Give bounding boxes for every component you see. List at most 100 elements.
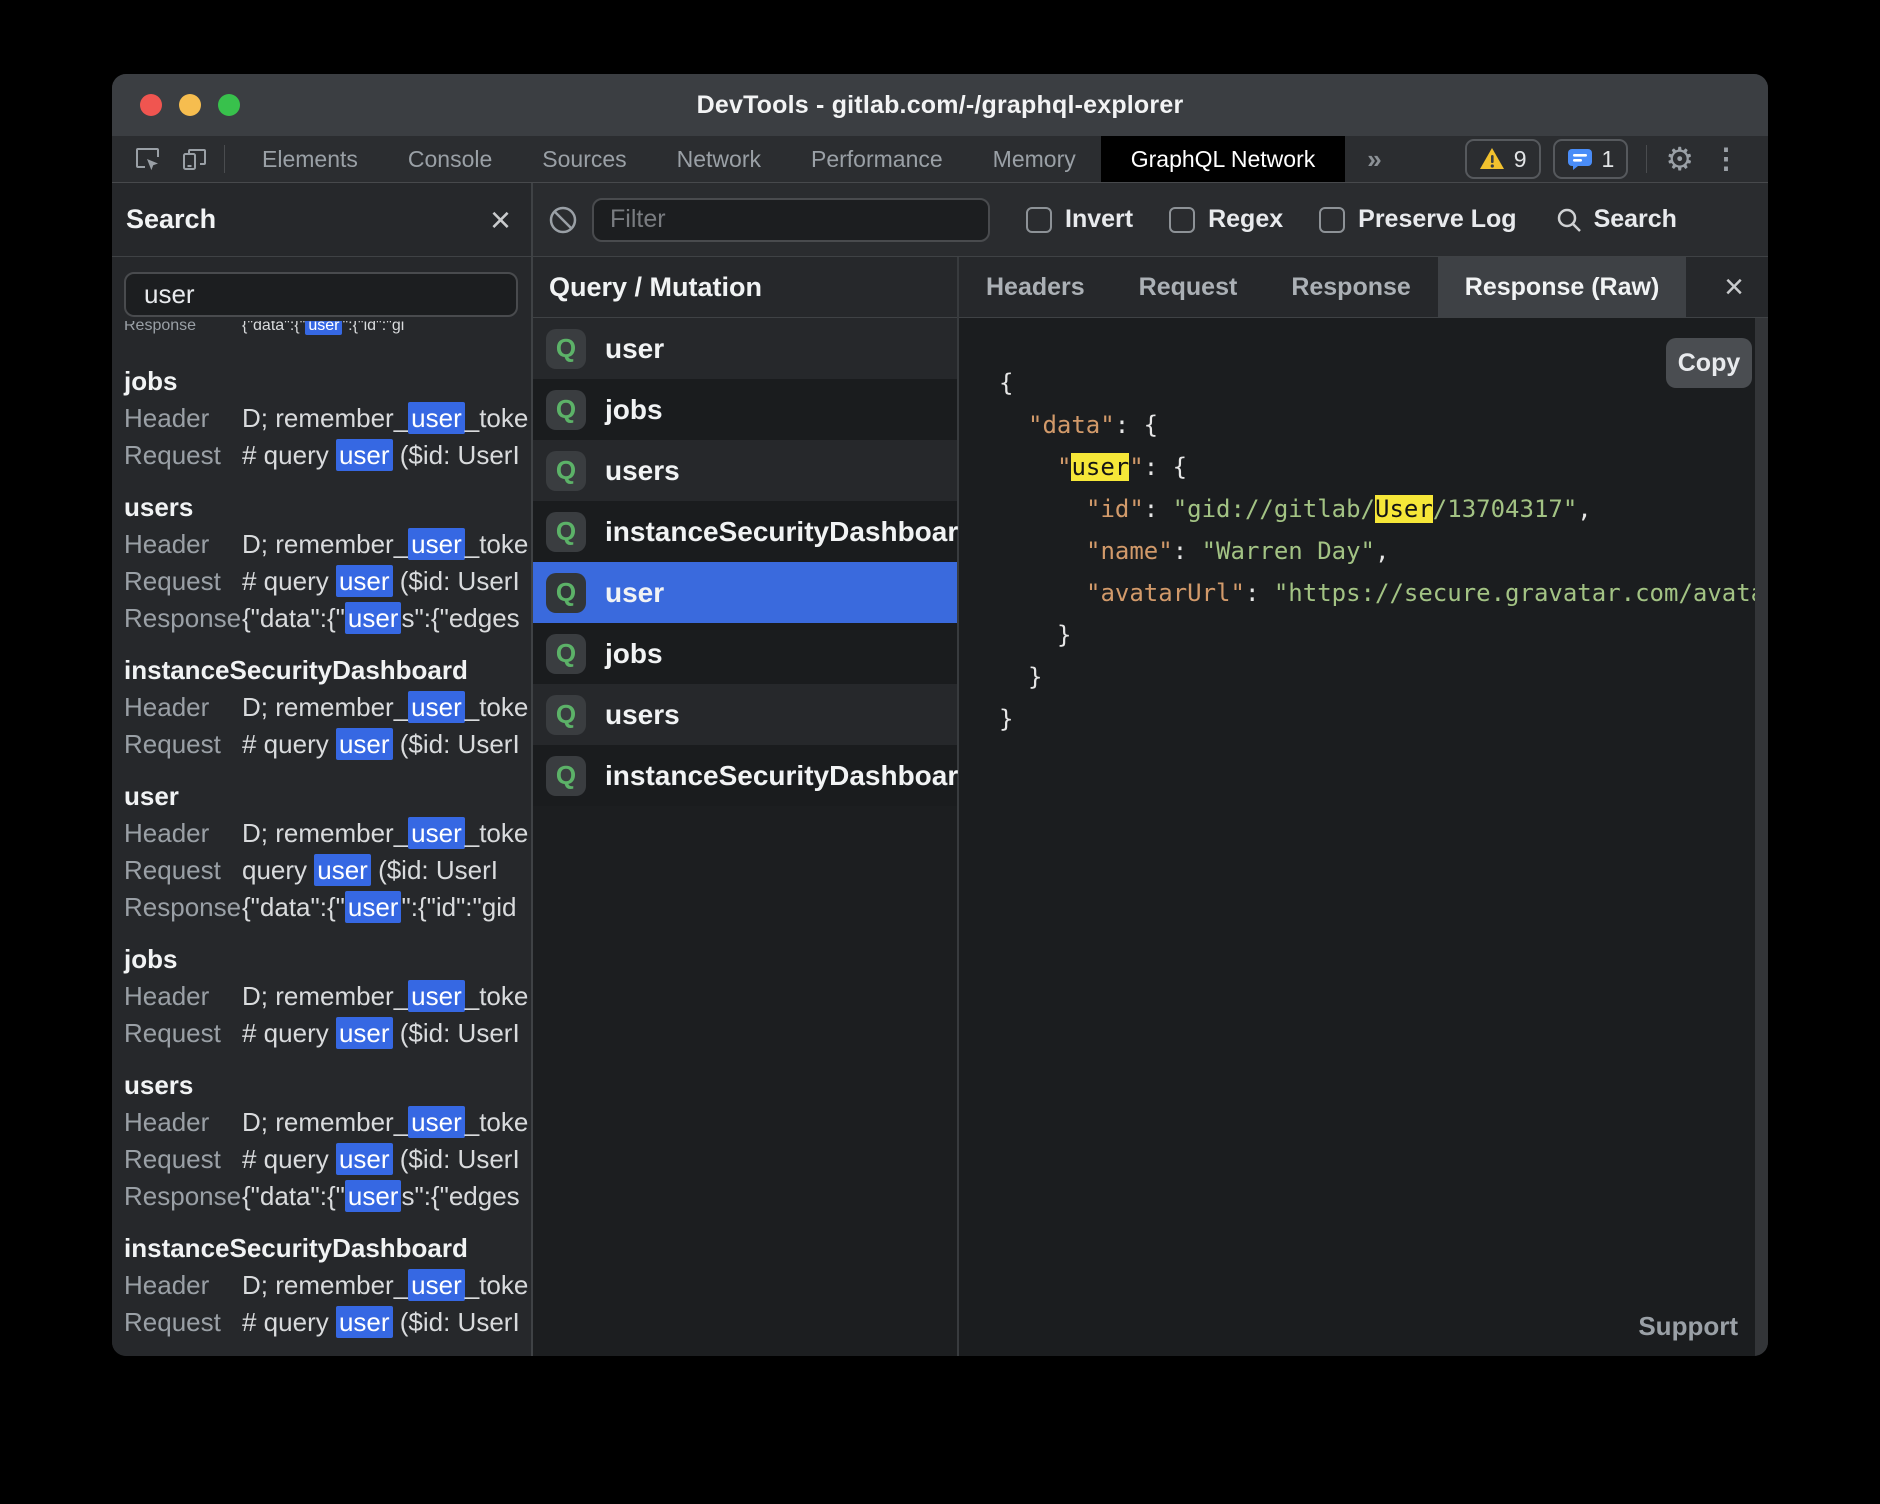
more-tabs-button[interactable]: » (1345, 136, 1403, 182)
query-label: users (605, 699, 680, 731)
menu-dots-icon[interactable]: ⋮ (1706, 145, 1746, 173)
tab-console[interactable]: Console (383, 136, 517, 182)
search-result-line[interactable]: Response{"data":{"user":{"id":"gid (124, 889, 529, 926)
tab-graphql-network[interactable]: GraphQL Network (1101, 136, 1346, 182)
search-result-line[interactable]: Request# query user ($id: UserI (124, 1141, 529, 1178)
query-row-jobs[interactable]: Qjobs (533, 623, 957, 684)
zoom-window-button[interactable] (218, 94, 240, 116)
query-row-user[interactable]: Quser (533, 562, 957, 623)
devtools-toolbar: ElementsConsoleSourcesNetworkPerformance… (112, 136, 1768, 183)
messages-badge[interactable]: 1 (1553, 139, 1629, 179)
search-result-line[interactable]: Response{"data":{"users":{"edges (124, 1178, 529, 1215)
query-label: user (605, 333, 664, 365)
search-result-line[interactable]: HeaderD; remember_user_token=e (124, 400, 529, 437)
query-row-user[interactable]: Quser (533, 318, 957, 379)
search-close-icon[interactable]: × (490, 202, 511, 238)
checkbox-preserve-log[interactable]: Preserve Log (1319, 205, 1516, 234)
settings-gear-icon[interactable]: ⚙ (1665, 143, 1694, 175)
search-result-line[interactable]: Response{"data":{"user":{"id":"gi (124, 321, 529, 344)
match-highlight: user (336, 728, 393, 760)
vertical-scrollbar[interactable] (1755, 318, 1768, 1356)
inspect-element-icon[interactable] (134, 146, 161, 173)
search-result-line[interactable]: HeaderD; remember_user_token=e (124, 526, 529, 563)
query-label: instanceSecurityDashboard (605, 760, 975, 792)
query-type-badge: Q (546, 634, 586, 674)
detail-tab-response[interactable]: Response (1264, 257, 1437, 317)
search-result-line[interactable]: HeaderD; remember_user_token=e (124, 815, 529, 852)
window-title: DevTools - gitlab.com/-/graphql-explorer (697, 91, 1184, 120)
search-input[interactable] (124, 272, 518, 317)
query-row-users[interactable]: Qusers (533, 440, 957, 501)
result-text: # query user ($id: UserI (242, 1015, 520, 1052)
result-group-title[interactable]: user (124, 778, 531, 815)
match-highlight: user (336, 1143, 393, 1175)
json-token: { (1144, 411, 1158, 439)
copy-button[interactable]: Copy (1666, 338, 1752, 388)
result-text: # query user ($id: UserI (242, 437, 520, 474)
tab-network[interactable]: Network (652, 136, 786, 182)
query-row-instancesecuritydashboard[interactable]: QinstanceSecurityDashboard (533, 501, 957, 562)
device-toolbar-icon[interactable] (181, 146, 208, 173)
search-result-group-instancesecuritydashboard: instanceSecurityDashboardHeaderD; rememb… (124, 652, 531, 763)
json-line: "id": "gid://gitlab/User/13704317", (999, 488, 1768, 530)
search-button[interactable]: Search (1555, 205, 1677, 234)
support-link[interactable]: Support (1638, 1311, 1738, 1342)
toolbar-spacer (1404, 136, 1465, 182)
minimize-window-button[interactable] (179, 94, 201, 116)
result-text-segment: ($id: UserI (393, 566, 520, 596)
result-text: # query user ($id: UserI (242, 1304, 520, 1341)
search-result-line[interactable]: Request# query user ($id: UserI (124, 1015, 529, 1052)
checkbox-regex[interactable]: Regex (1169, 205, 1283, 234)
result-text: # query user ($id: UserI (242, 563, 520, 600)
match-highlight: user (345, 602, 402, 634)
clear-icon[interactable] (547, 204, 579, 236)
detail-close-icon[interactable]: × (1700, 257, 1768, 317)
checkbox-invert[interactable]: Invert (1026, 205, 1133, 234)
search-result-line[interactable]: Requestquery user ($id: UserI (124, 852, 529, 889)
detail-tab-response-raw[interactable]: Response (Raw) (1438, 257, 1686, 317)
result-group-title[interactable]: users (124, 1067, 531, 1104)
raw-search-highlight: user (1071, 453, 1129, 481)
search-result-line[interactable]: HeaderD; remember_user_token=e (124, 1104, 529, 1141)
search-result-line[interactable]: HeaderD; remember_user_token=e (124, 689, 529, 726)
toolbar-icons (112, 136, 222, 182)
filter-input[interactable] (592, 198, 990, 242)
query-row-instancesecuritydashboard[interactable]: QinstanceSecurityDashboard (533, 745, 957, 806)
close-window-button[interactable] (140, 94, 162, 116)
search-result-line[interactable]: Request# query user ($id: UserI (124, 1304, 529, 1341)
json-content: {"data": {"user": {"id": "gid://gitlab/U… (999, 362, 1768, 740)
query-row-users[interactable]: Qusers (533, 684, 957, 745)
search-result-line[interactable]: Response{"data":{"users":{"edges (124, 600, 529, 637)
match-highlight: user (305, 321, 342, 335)
search-result-line[interactable]: HeaderD; remember_user_token=e (124, 978, 529, 1015)
warnings-count: 9 (1514, 146, 1527, 173)
checkbox-label-invert: Invert (1065, 205, 1133, 234)
result-group-title[interactable]: users (124, 489, 531, 526)
tab-sources[interactable]: Sources (517, 136, 651, 182)
tab-memory[interactable]: Memory (968, 136, 1101, 182)
result-text-segment: s":{"edges (401, 1181, 519, 1211)
checkbox-box-regex (1169, 207, 1195, 233)
search-result-line[interactable]: Request# query user ($id: UserI (124, 563, 529, 600)
json-token: "data" (1028, 411, 1115, 439)
toolbar-tabs: ElementsConsoleSourcesNetworkPerformance… (237, 136, 1345, 182)
result-group-title[interactable]: instanceSecurityDashboard (124, 1230, 531, 1267)
result-field-label: Response (124, 889, 242, 926)
warnings-badge[interactable]: 9 (1465, 139, 1541, 179)
result-field-label: Header (124, 978, 242, 1015)
result-group-title[interactable]: instanceSecurityDashboard (124, 652, 531, 689)
result-group-title[interactable]: jobs (124, 363, 531, 400)
result-text-segment: # query (242, 1307, 336, 1337)
query-row-jobs[interactable]: Qjobs (533, 379, 957, 440)
result-group-title[interactable]: jobs (124, 941, 531, 978)
tab-elements[interactable]: Elements (237, 136, 383, 182)
tab-performance[interactable]: Performance (786, 136, 968, 182)
detail-tab-headers[interactable]: Headers (959, 257, 1112, 317)
detail-tab-request[interactable]: Request (1112, 257, 1265, 317)
search-result-line[interactable]: Request# query user ($id: UserI (124, 437, 529, 474)
result-text: query user ($id: UserI (242, 852, 498, 889)
result-field-label: Header (124, 1267, 242, 1304)
result-text-segment: {"data":{" (242, 603, 345, 633)
search-result-line[interactable]: Request# query user ($id: UserI (124, 726, 529, 763)
search-result-line[interactable]: HeaderD; remember_user_token=e (124, 1267, 529, 1304)
